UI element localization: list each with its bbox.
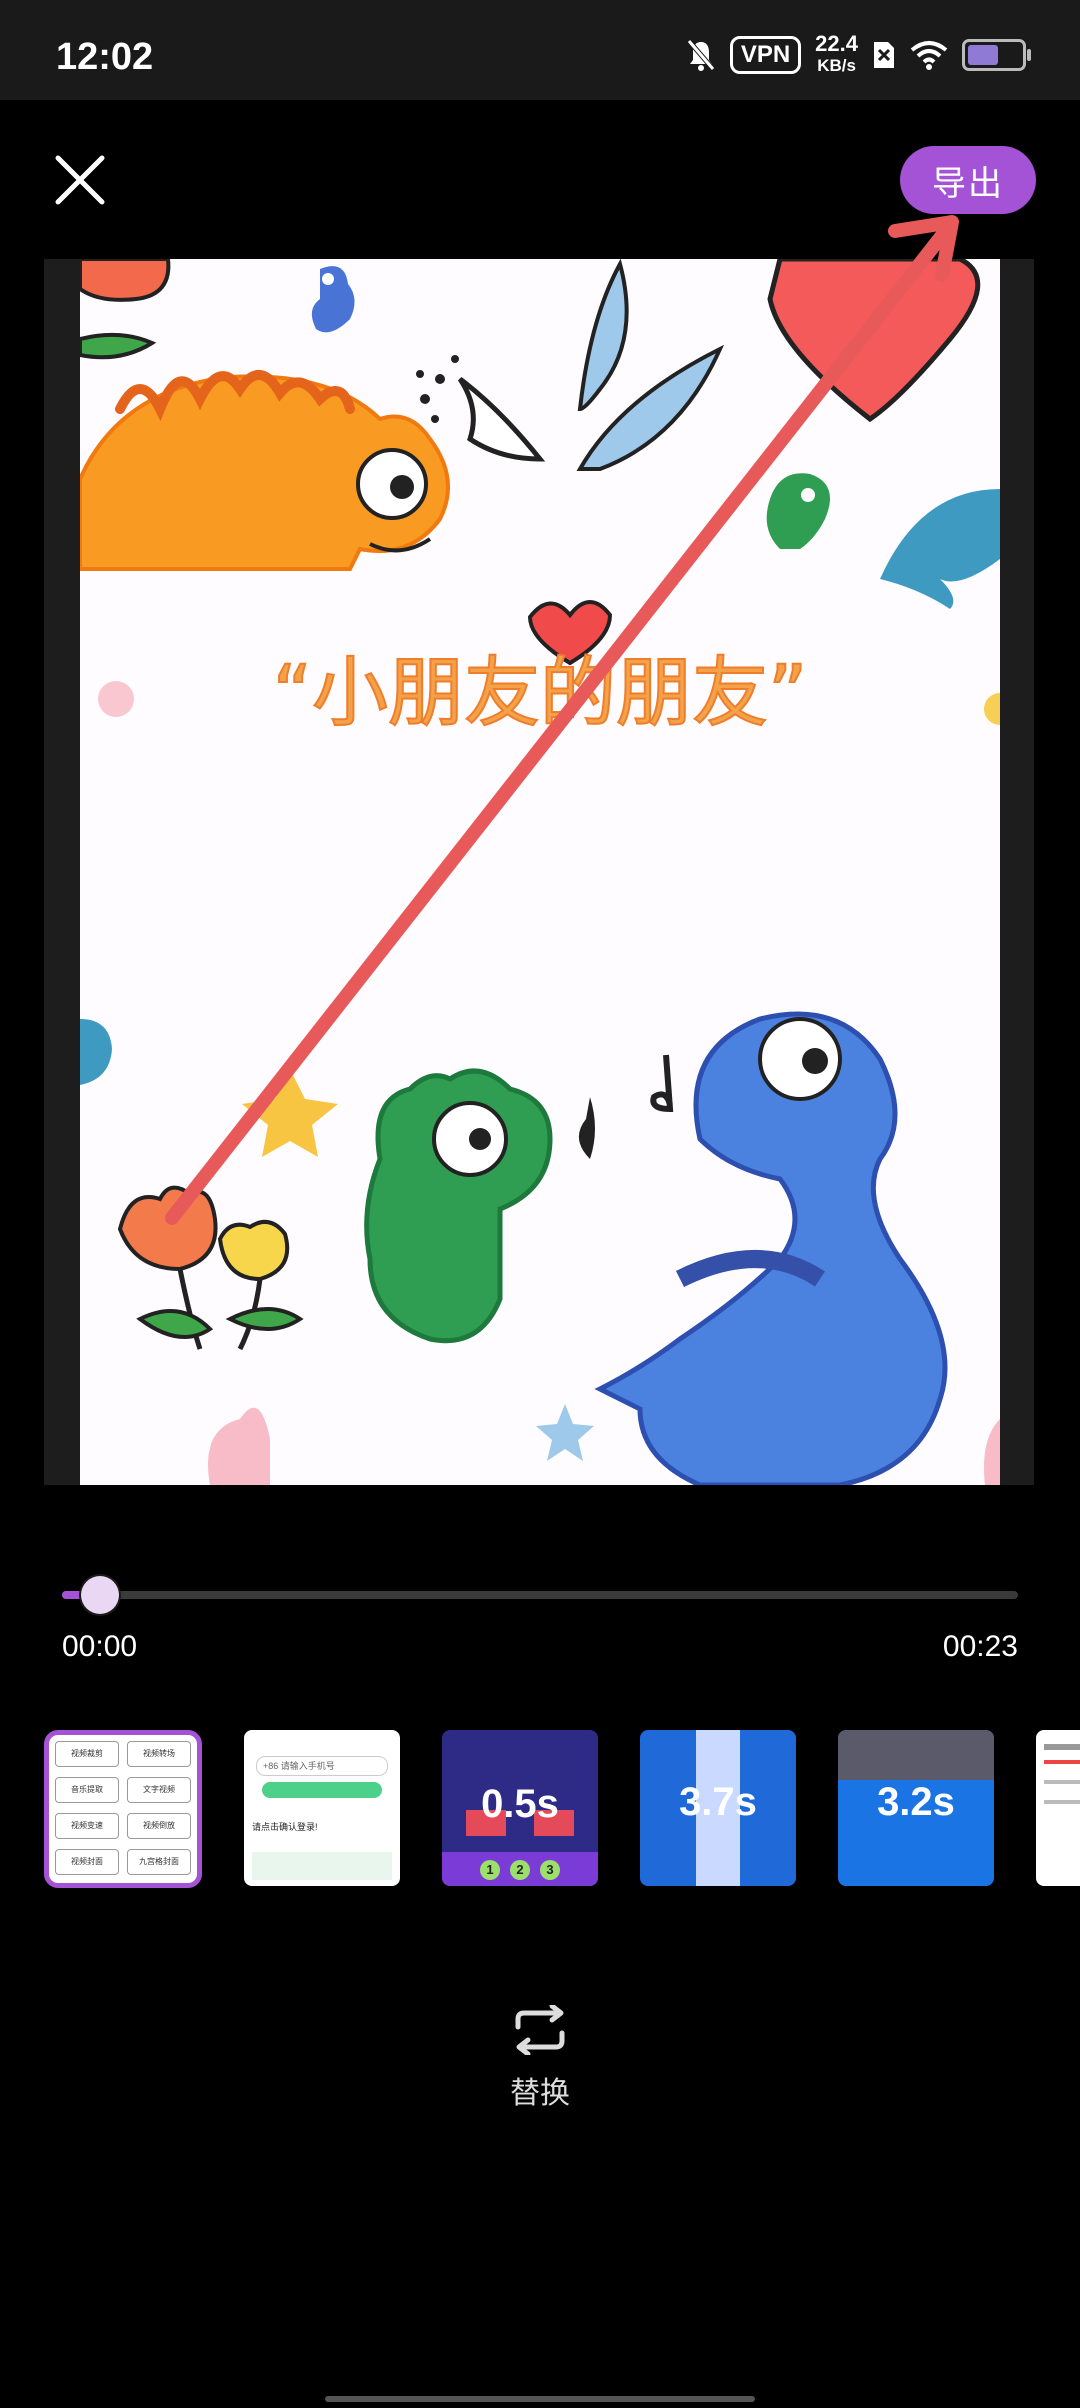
speed-value: 22.4 bbox=[815, 31, 858, 56]
close-icon[interactable] bbox=[50, 150, 110, 210]
progress-knob[interactable] bbox=[81, 1576, 120, 1614]
speed-unit: KB/s bbox=[817, 56, 856, 75]
thumbnail-3[interactable]: 0.5s 123 bbox=[442, 1730, 598, 1886]
step-badge: 2 bbox=[510, 1860, 530, 1880]
menu-item: 视频封面 bbox=[55, 1849, 119, 1875]
replace-icon bbox=[515, 2003, 565, 2057]
wifi-icon bbox=[910, 41, 948, 70]
replace-button[interactable]: 替换 bbox=[490, 2003, 590, 2112]
mute-icon bbox=[686, 39, 715, 71]
vpn-badge: VPN bbox=[729, 36, 802, 74]
thumbnail-2[interactable]: +86 请输入手机号 请点击确认登录! bbox=[244, 1730, 400, 1886]
thumbnail-1[interactable]: 视频裁剪 视频转场 音乐提取 文字视频 视频变速 视频倒放 视频封面 九宫格封面 bbox=[44, 1730, 202, 1888]
menu-item: 视频倒放 bbox=[127, 1813, 191, 1839]
network-speed: 22.4 KB/s bbox=[815, 33, 858, 77]
thumb-caption: 3.7s bbox=[679, 1780, 757, 1824]
preview-artwork: “小朋友的朋友” bbox=[80, 259, 1000, 1485]
status-bar: 12:02 VPN 22.4 KB/s bbox=[0, 0, 1080, 100]
step-badge: 1 bbox=[480, 1860, 500, 1880]
status-time: 12:02 bbox=[56, 36, 154, 78]
home-indicator[interactable] bbox=[325, 2396, 755, 2402]
thumb-line bbox=[1044, 1800, 1080, 1804]
video-preview[interactable]: “小朋友的朋友” bbox=[80, 259, 1000, 1485]
thumb-wall bbox=[838, 1730, 994, 1780]
login-note: 请点击确认登录! bbox=[252, 1822, 318, 1832]
export-button[interactable]: 导出 bbox=[900, 146, 1036, 214]
phone-input-preview: +86 请输入手机号 bbox=[256, 1756, 388, 1776]
thumbnail-4[interactable]: 3.7s bbox=[640, 1730, 796, 1886]
login-button-preview bbox=[262, 1782, 382, 1798]
thumbnail-6[interactable] bbox=[1036, 1730, 1080, 1886]
thumb-line bbox=[1044, 1780, 1080, 1784]
thumb-line bbox=[1044, 1760, 1080, 1764]
thumbnail-5[interactable]: 3.2s bbox=[838, 1730, 994, 1886]
menu-item: 音乐提取 bbox=[55, 1777, 119, 1803]
thumb-footer bbox=[252, 1852, 392, 1880]
replace-label: 替换 bbox=[510, 2077, 570, 2110]
thumb-caption: 3.2s bbox=[877, 1780, 955, 1824]
menu-item: 文字视频 bbox=[127, 1777, 191, 1803]
step-badge: 3 bbox=[540, 1860, 560, 1880]
current-time: 00:00 bbox=[62, 1630, 138, 1663]
total-time: 00:23 bbox=[942, 1630, 1018, 1663]
thumb-caption: 0.5s bbox=[481, 1782, 559, 1826]
preview-title: “小朋友的朋友” bbox=[273, 648, 808, 737]
menu-item: 视频转场 bbox=[127, 1741, 191, 1767]
battery-icon bbox=[962, 39, 1031, 71]
menu-item: 视频裁剪 bbox=[55, 1741, 119, 1767]
no-sim-icon bbox=[874, 42, 894, 68]
clip-thumbnails: 视频裁剪 视频转场 音乐提取 文字视频 视频变速 视频倒放 视频封面 九宫格封面… bbox=[44, 1730, 1080, 1890]
status-icons: VPN 22.4 KB/s bbox=[686, 30, 1031, 80]
progress-track[interactable] bbox=[62, 1576, 1018, 1614]
menu-item: 九宫格封面 bbox=[127, 1849, 191, 1875]
thumb-line bbox=[1044, 1744, 1080, 1750]
menu-item: 视频变速 bbox=[55, 1813, 119, 1839]
